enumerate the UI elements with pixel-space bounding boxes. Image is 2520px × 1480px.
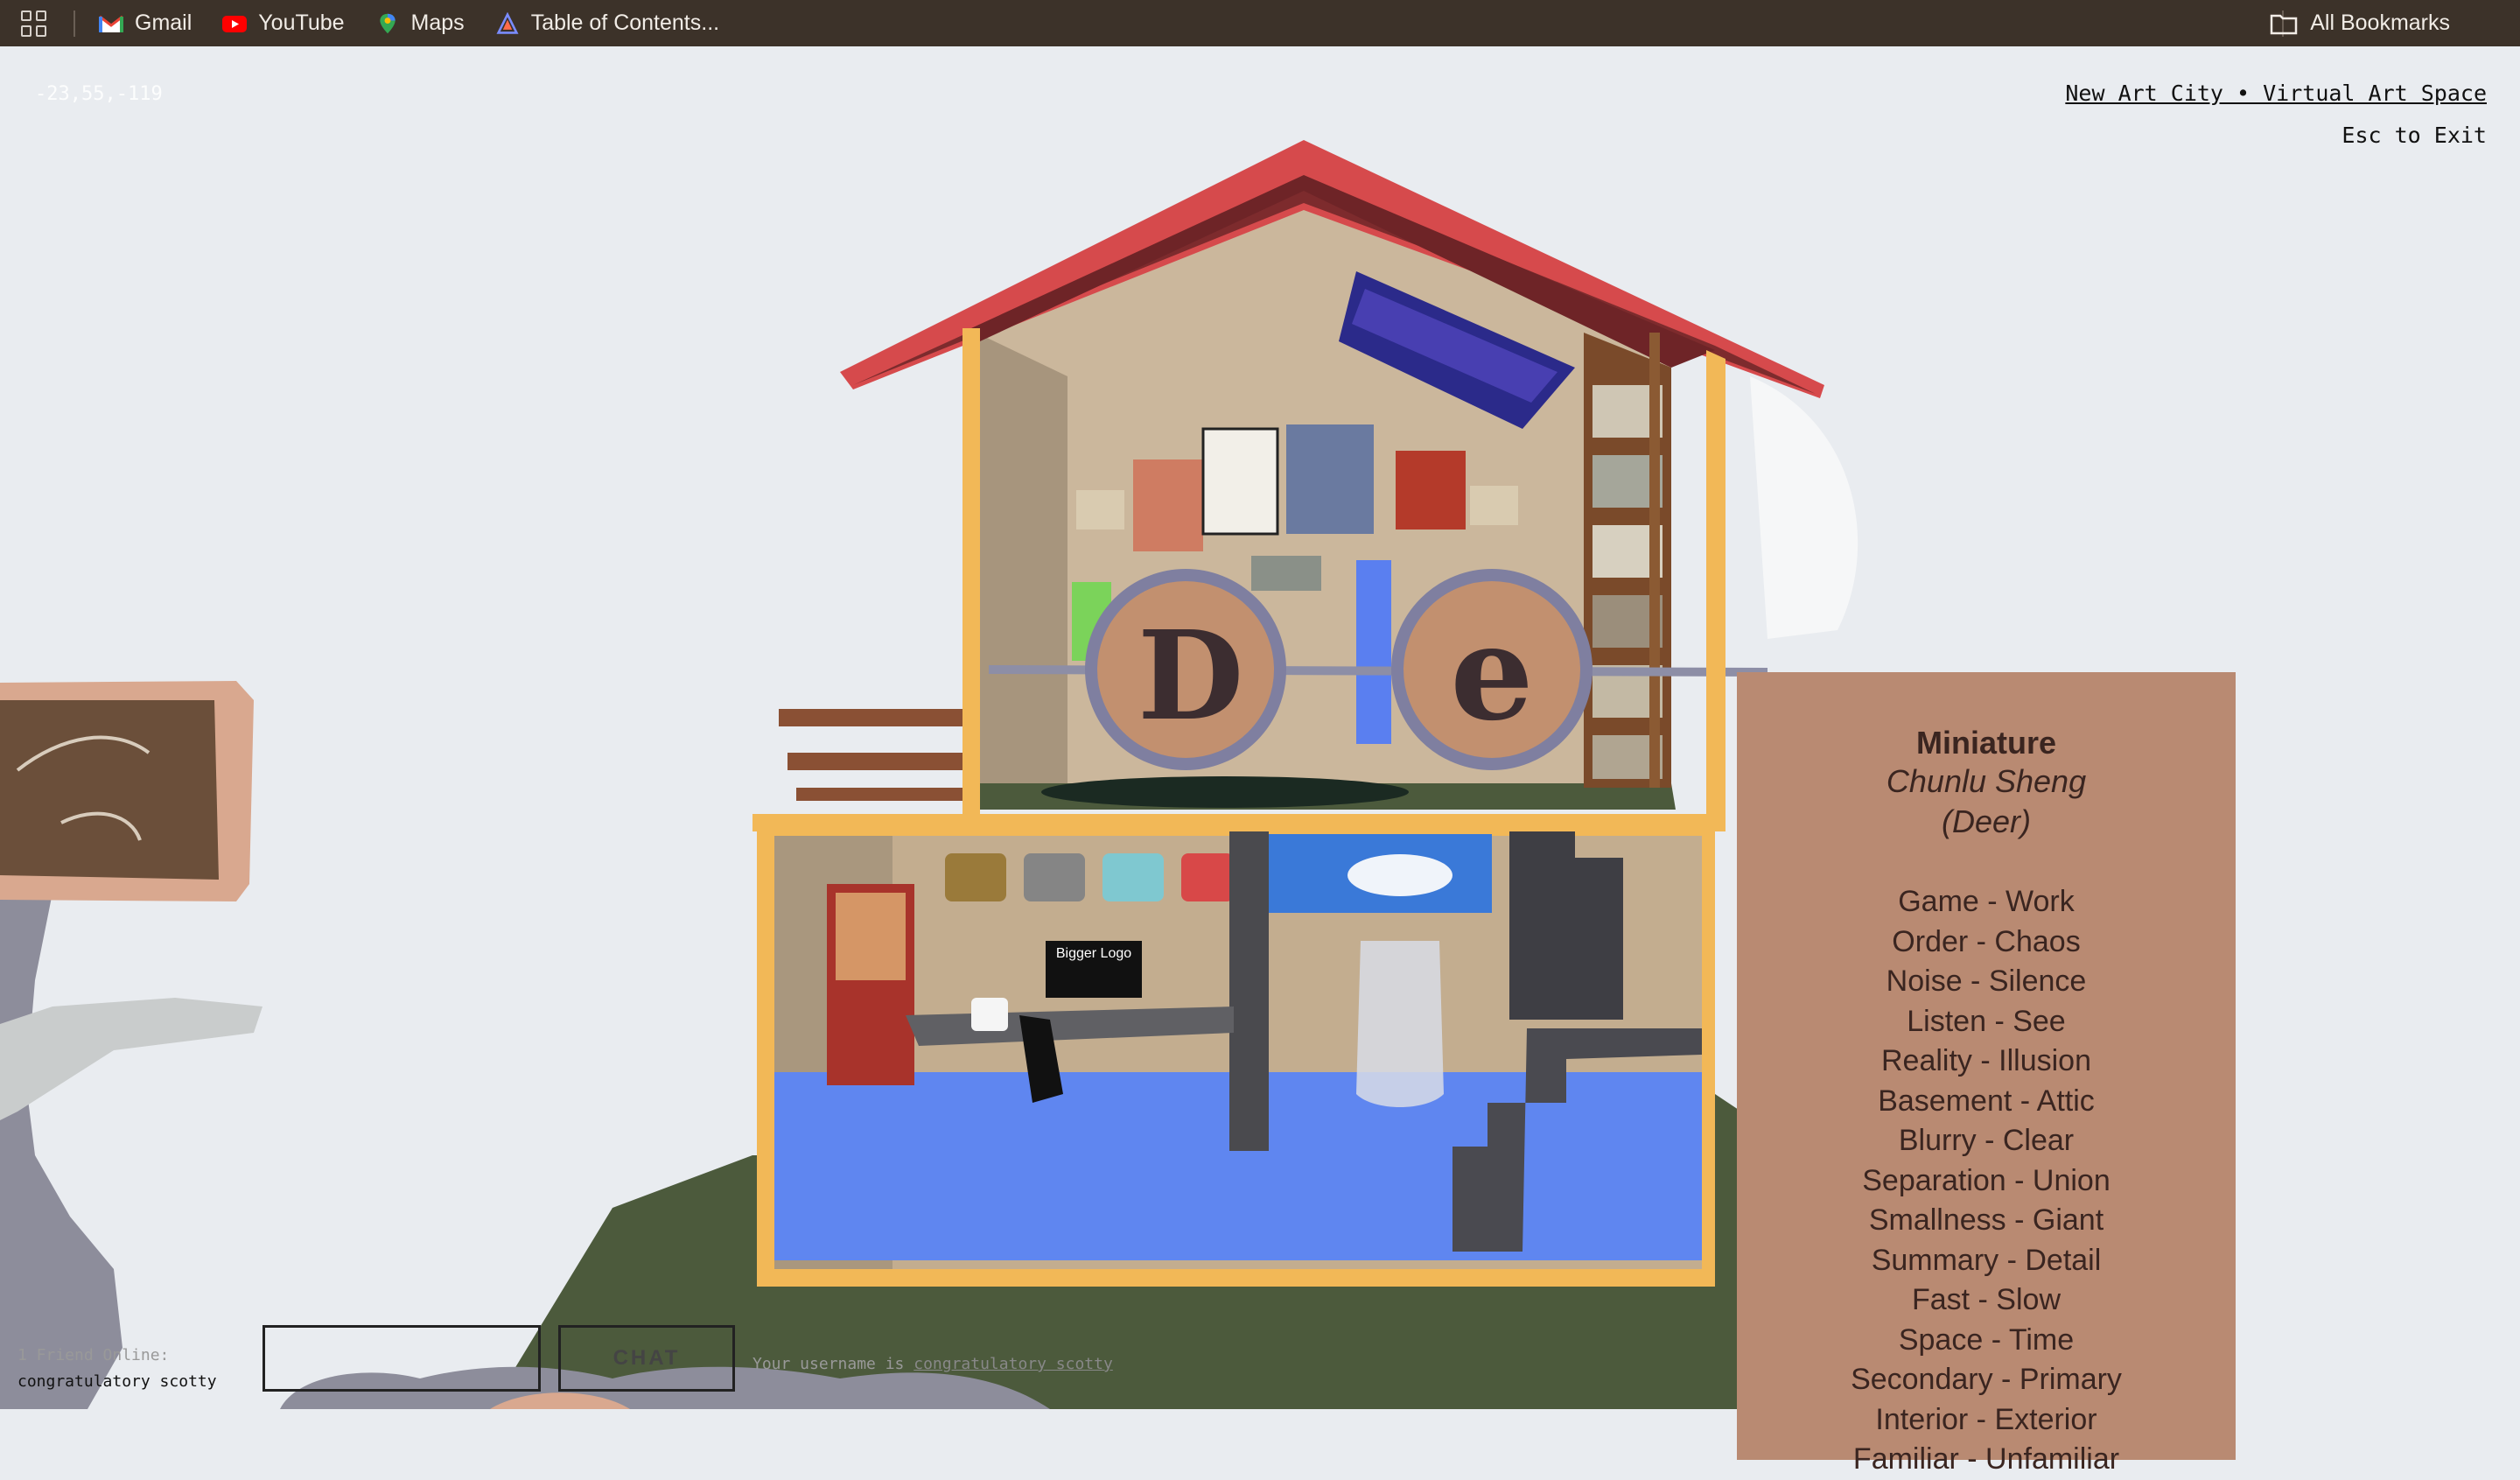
- artwork-gray: [1251, 556, 1321, 591]
- concept-pair: Interior - Exterior: [1875, 1402, 2097, 1436]
- friends-online-label: 1 Friend Online:: [18, 1346, 170, 1364]
- concept-pair: Noise - Silence: [1886, 964, 2087, 998]
- artwork-artist-alias: (Deer): [1941, 803, 2031, 839]
- mug: [971, 998, 1008, 1031]
- blue-door: [1356, 560, 1391, 744]
- bookmark-table-of-contents[interactable]: Table of Contents...: [494, 11, 719, 36]
- bookmark-youtube[interactable]: YouTube: [221, 11, 345, 36]
- window-cloud: [1348, 854, 1452, 896]
- artwork-small: [1076, 490, 1124, 530]
- artwork-small: [1470, 486, 1518, 525]
- concept-pair: Separation - Union: [1862, 1163, 2110, 1197]
- background-sphere: [1750, 376, 1858, 639]
- artwork-title: Miniature: [1915, 725, 2056, 761]
- house-frame-post: [1706, 350, 1726, 823]
- concept-pairs-list: Game - Work Order - Chaos Noise - Silenc…: [1737, 882, 2236, 1480]
- balcony-rail: [796, 788, 971, 801]
- monitor-text: Bigger Logo: [1055, 946, 1132, 961]
- attic-left-wall: [967, 328, 1068, 788]
- concept-pair: Secondary - Primary: [1851, 1363, 2122, 1396]
- friend-name[interactable]: congratulatory scotty: [18, 1372, 217, 1391]
- concept-pair: Basement - Attic: [1878, 1084, 2095, 1118]
- bookmarks-bar: Gmail YouTube Maps Table of Contents... …: [0, 0, 2520, 46]
- bookmark-label: Table of Contents...: [530, 11, 720, 35]
- bookmarks-separator: [74, 10, 75, 37]
- all-bookmarks-button[interactable]: All Bookmarks: [2270, 0, 2450, 46]
- position-coordinates: -23,55,-119: [35, 83, 163, 105]
- artwork-label-panel: Miniature Chunlu Sheng (Deer) Game - Wor…: [1737, 672, 2236, 1476]
- poster-detail: [836, 893, 906, 980]
- artwork-pattern: [1396, 451, 1466, 530]
- chat-button[interactable]: CHAT: [558, 1325, 735, 1392]
- all-bookmarks-label: All Bookmarks: [2310, 11, 2450, 35]
- apps-grid-icon[interactable]: [21, 10, 47, 37]
- concept-pair: Game - Work: [1898, 885, 2075, 918]
- glasses-letter-e: e: [1450, 596, 1534, 750]
- concept-pair: Familiar - Unfamiliar: [1852, 1442, 2120, 1476]
- maps-icon: [379, 13, 396, 33]
- artwork-orange: [1133, 459, 1203, 551]
- left-painting: [0, 700, 219, 880]
- username-prefix: Your username is: [752, 1355, 905, 1373]
- rock-formation: [0, 893, 122, 1409]
- concept-pair: Reality - Illusion: [1881, 1044, 2091, 1077]
- virtual-art-space-viewport[interactable]: D e Bigger Logo Miniature Chunlu Sheng (…: [0, 46, 2520, 1476]
- glasses-letter-d: D: [1138, 605, 1244, 748]
- concept-pair: Order - Chaos: [1892, 924, 2081, 958]
- bookmark-label: Maps: [410, 11, 465, 35]
- balcony-rail: [788, 753, 971, 770]
- artwork-artist: Chunlu Sheng: [1886, 763, 2087, 799]
- doc-icon: [496, 11, 519, 34]
- support-column: [1229, 831, 1269, 1151]
- exit-hint: Esc to Exit: [2342, 123, 2487, 148]
- artwork-sketch: [1201, 427, 1279, 536]
- attic-rug: [1041, 776, 1409, 808]
- artwork-label-text: Miniature Chunlu Sheng (Deer) Game - Wor…: [1737, 725, 2236, 1480]
- concept-pair: Fast - Slow: [1911, 1283, 2062, 1316]
- username-link[interactable]: congratulatory scotty: [914, 1355, 1113, 1373]
- gmail-icon: [99, 15, 123, 32]
- bookmark-label: Gmail: [135, 11, 192, 35]
- artwork-blue: [1286, 424, 1374, 534]
- shelf-post: [1649, 333, 1660, 788]
- concept-pair: Space - Time: [1898, 1322, 2075, 1357]
- new-art-city-link[interactable]: New Art City • Virtual Art Space: [2065, 81, 2487, 106]
- folder-icon: [2270, 14, 2298, 34]
- bookmark-gmail[interactable]: Gmail: [98, 11, 192, 36]
- house-frame-post: [962, 328, 980, 818]
- floating-slab: [0, 998, 262, 1120]
- pill-jar: [1356, 941, 1444, 1107]
- concept-pair: Smallness - Giant: [1868, 1203, 2104, 1237]
- concept-pair: Listen - See: [1907, 1004, 2066, 1038]
- bookmark-maps[interactable]: Maps: [374, 11, 465, 36]
- username-info: Your username is congratulatory scotty: [752, 1355, 1113, 1373]
- balcony-rail: [779, 709, 971, 726]
- bookmark-label: YouTube: [258, 11, 345, 35]
- house-frame-beam: [752, 814, 1726, 831]
- concept-pair: Summary - Detail: [1871, 1243, 2102, 1277]
- chat-input[interactable]: [262, 1325, 541, 1392]
- youtube-icon: [222, 15, 248, 32]
- concept-pair: Blurry - Clear: [1898, 1124, 2075, 1157]
